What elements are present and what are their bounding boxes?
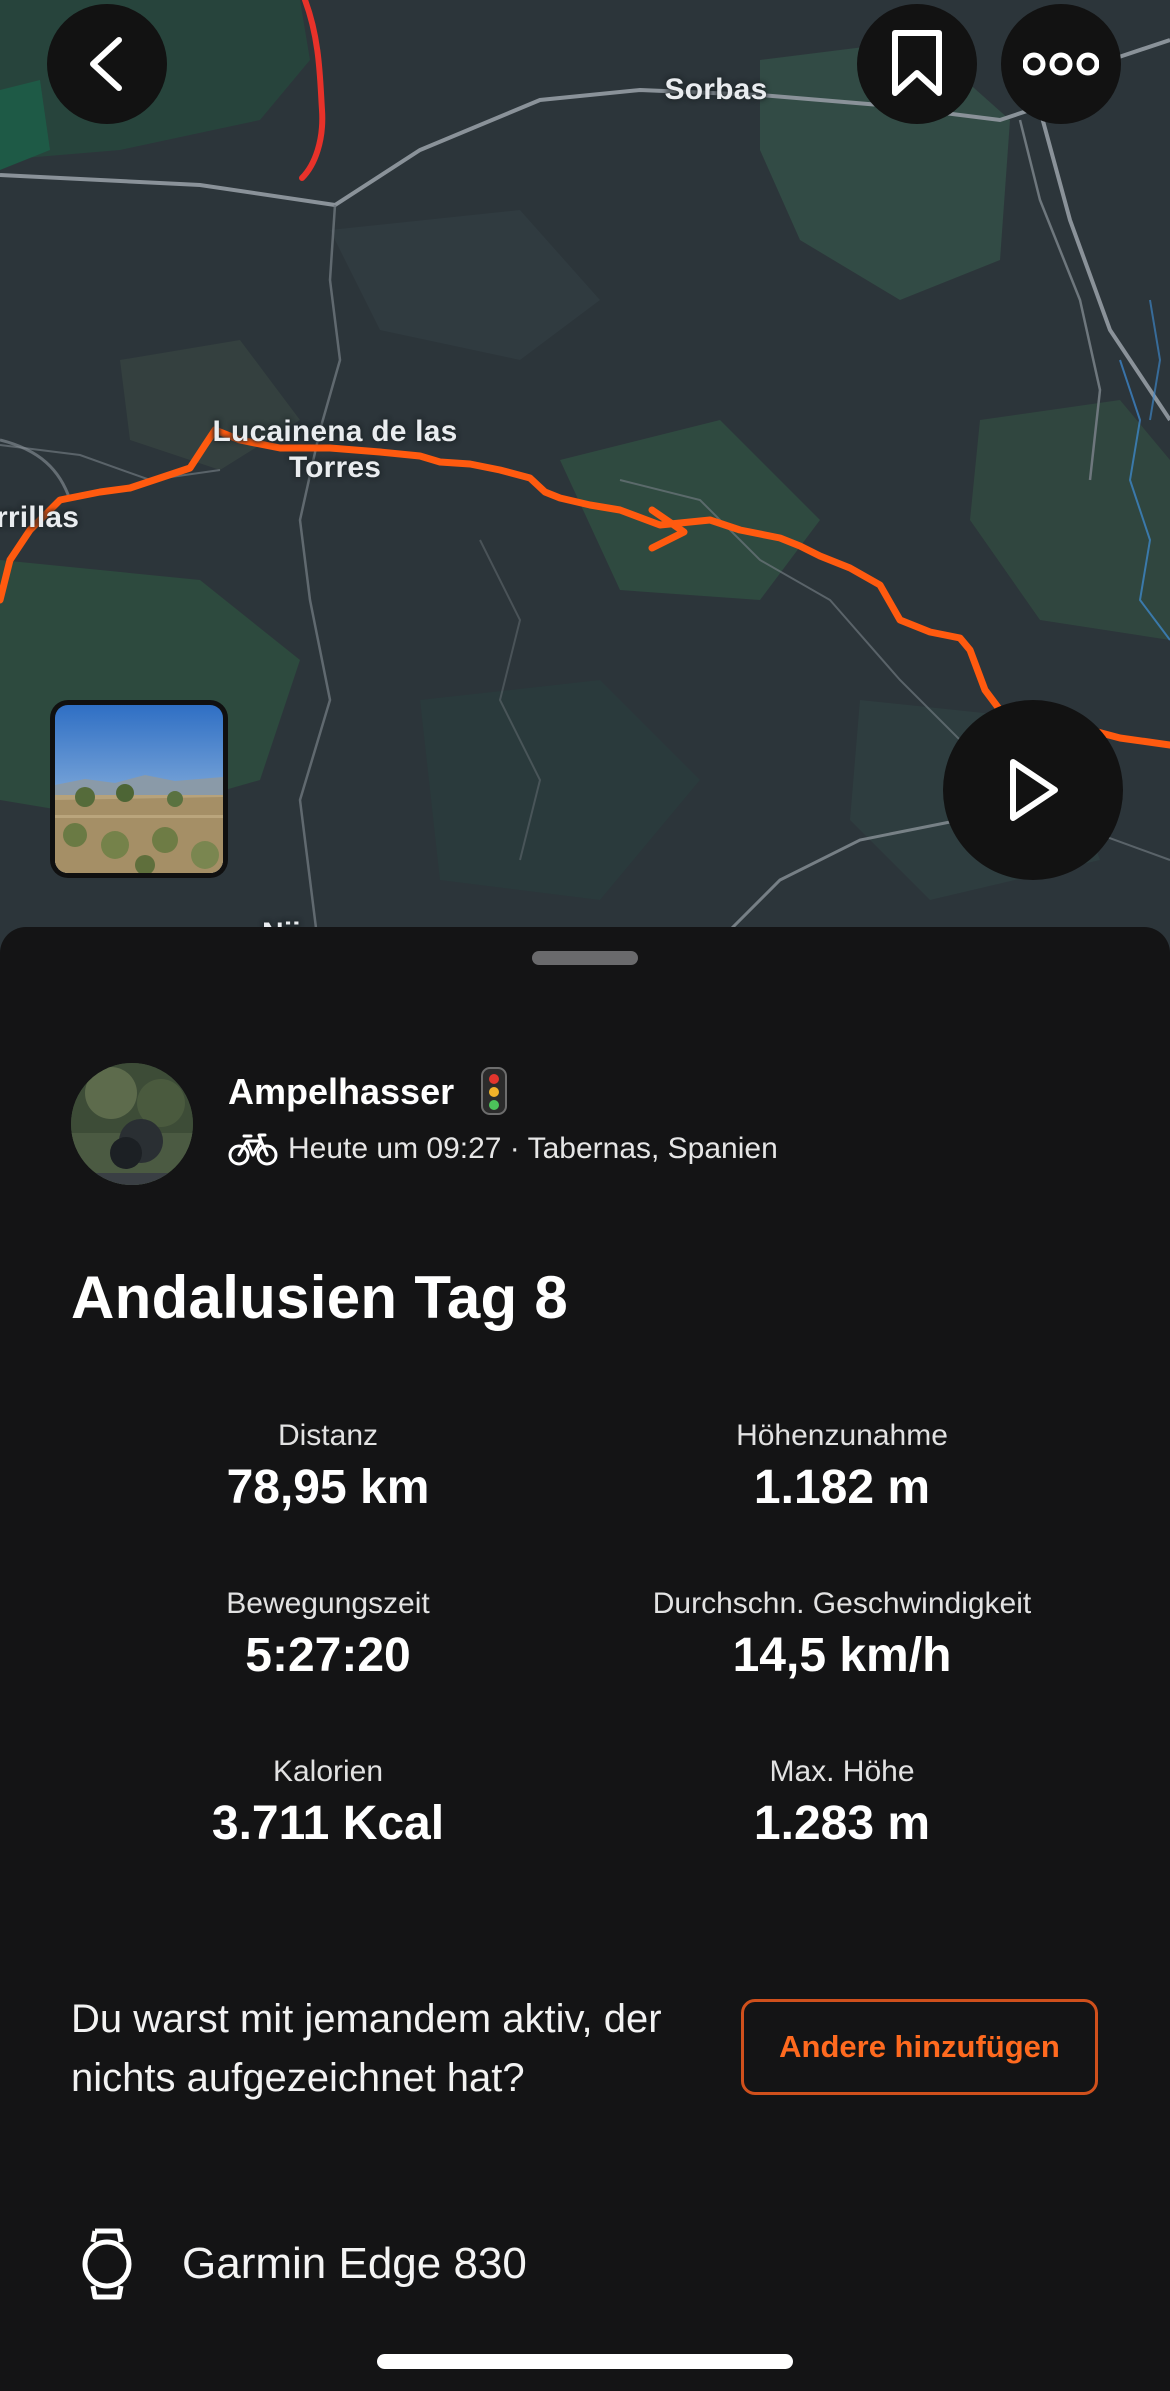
back-button[interactable]: [47, 4, 167, 124]
play-icon: [1010, 759, 1058, 821]
chevron-left-icon: [90, 37, 122, 91]
stat-label: Kalorien: [272, 1755, 384, 1788]
sheet-grabber[interactable]: [532, 951, 638, 965]
activity-date-location: Heute um 09:27 · Tabernas, Spanien: [288, 1132, 778, 1165]
device-row[interactable]: Garmin Edge 830: [78, 2227, 527, 2301]
activity-photo-thumbnail[interactable]: [50, 700, 228, 878]
bike-icon: [228, 1133, 278, 1166]
landscape-photo: [55, 705, 223, 873]
group-activity-prompt: Du warst mit jemandem aktiv, der nichts …: [71, 1997, 662, 2100]
stat-moving-time: Bewegungszeit 5:27:20: [128, 1585, 528, 1685]
activity-title: Andalusien Tag 8: [71, 1264, 569, 1331]
add-others-button[interactable]: Andere hinzufügen: [741, 1999, 1098, 2095]
route-map[interactable]: Sorbas Lucainena de las Torres rrillas N…: [0, 0, 1170, 960]
activity-meta: Heute um 09:27 · Tabernas, Spanien: [228, 1131, 778, 1167]
home-indicator[interactable]: [377, 2354, 793, 2369]
athlete-name[interactable]: Ampelhasser: [228, 1071, 454, 1113]
map-label-sorbas: Sorbas: [664, 73, 768, 106]
map-label-lucainena: Lucainena de las Torres: [212, 415, 458, 484]
stat-value: 5:27:20: [245, 1629, 411, 1682]
stat-max-elevation: Max. Höhe 1.283 m: [582, 1753, 1102, 1853]
avatar-photo: [71, 1063, 193, 1185]
traffic-light-emoji: [481, 1067, 507, 1115]
stat-distance: Distanz 78,95 km: [128, 1417, 528, 1517]
more-options-button[interactable]: [1001, 4, 1121, 124]
map-label-rillas: rrillas: [0, 501, 80, 534]
bookmark-icon: [892, 30, 942, 96]
activity-details-sheet: Ampelhasser Heute um 09:27 · Tabernas, S…: [0, 927, 1170, 2391]
bookmark-button[interactable]: [857, 4, 977, 124]
more-horizontal-icon: [1023, 52, 1099, 76]
watch-icon: [82, 2228, 132, 2300]
stat-label: Durchschn. Geschwindigkeit: [652, 1587, 1032, 1620]
stat-value: 14,5 km/h: [732, 1629, 952, 1682]
stat-value: 1.182 m: [753, 1461, 931, 1514]
stat-value: 1.283 m: [753, 1797, 931, 1850]
stat-avg-speed: Durchschn. Geschwindigkeit 14,5 km/h: [582, 1585, 1102, 1685]
stat-label: Bewegungszeit: [226, 1587, 430, 1620]
stat-elevation-gain: Höhenzunahme 1.182 m: [582, 1417, 1102, 1517]
stat-label: Max. Höhe: [769, 1755, 915, 1788]
avatar[interactable]: [71, 1063, 193, 1185]
stat-label: Distanz: [277, 1419, 379, 1452]
flyover-play-button[interactable]: [943, 700, 1123, 880]
device-name: Garmin Edge 830: [182, 2239, 527, 2288]
stat-value: 78,95 km: [226, 1461, 430, 1514]
stat-label: Höhenzunahme: [736, 1419, 948, 1452]
stat-value: 3.711 Kcal: [211, 1797, 445, 1850]
stat-calories: Kalorien 3.711 Kcal: [128, 1753, 528, 1853]
